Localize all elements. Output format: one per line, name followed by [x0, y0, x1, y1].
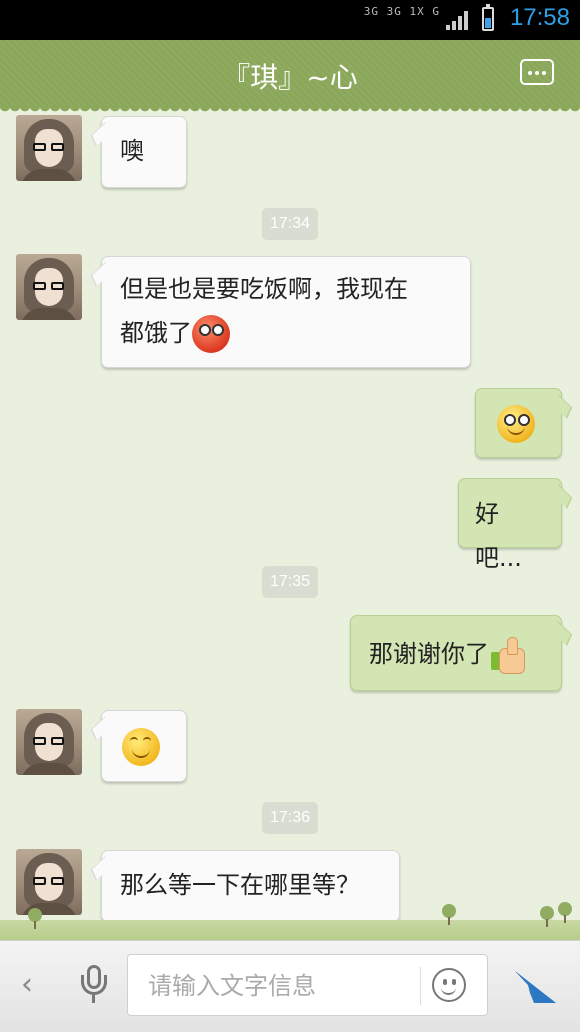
- incoming-message[interactable]: [101, 710, 187, 782]
- send-icon[interactable]: [512, 963, 558, 1007]
- status-time: 17:58: [509, 4, 570, 31]
- incoming-message[interactable]: 但是也是要吃饭啊，我现在 都饿了: [101, 256, 471, 368]
- contact-name: 『琪』~心: [222, 61, 358, 94]
- signal-icon: [446, 10, 468, 30]
- message-text: 噢: [120, 137, 144, 165]
- message-timestamp: 17:34: [261, 208, 319, 240]
- status-bar: 3G 3G 1X G 17:58: [0, 0, 580, 40]
- more-dots-icon[interactable]: [520, 59, 554, 85]
- network-label: G: [432, 5, 440, 18]
- thumbs-up-icon: [489, 636, 527, 674]
- divider: [420, 967, 421, 1005]
- avatar[interactable]: [16, 254, 82, 320]
- message-text: 那谢谢你了: [369, 640, 489, 668]
- network-label: 3G: [386, 5, 402, 18]
- microphone-icon[interactable]: [76, 963, 112, 1007]
- chat-header: 『琪』~心: [0, 40, 580, 112]
- message-input-box[interactable]: [127, 954, 488, 1016]
- blush-emoji-icon: [192, 315, 230, 353]
- tree-decoration: [442, 904, 456, 925]
- message-text: 那么等一下在哪里等？: [120, 871, 360, 899]
- background-scenery: [0, 900, 580, 940]
- emoji-face-icon[interactable]: [432, 968, 466, 1002]
- message-input[interactable]: [146, 967, 410, 1005]
- network-indicator: 3G 3G 1X G: [364, 6, 440, 18]
- tree-decoration: [540, 906, 554, 927]
- message-list[interactable]: 噢 17:34 但是也是要吃饭啊，我现在 都饿了 好吧... 17:35 那谢谢…: [0, 106, 580, 940]
- back-chevron-icon[interactable]: ‹: [12, 967, 42, 1003]
- network-label: 1X: [409, 5, 425, 18]
- message-text: 但是也是要吃饭啊，我现在: [120, 275, 408, 303]
- input-bar: ‹: [0, 940, 580, 1032]
- battery-icon: [482, 4, 494, 31]
- network-label: 3G: [363, 5, 379, 18]
- tree-decoration: [558, 902, 572, 923]
- message-timestamp: 17:35: [261, 566, 319, 598]
- outgoing-message[interactable]: 好吧...: [458, 478, 562, 572]
- message-text: 好吧...: [475, 500, 522, 572]
- incoming-message[interactable]: 噢: [101, 116, 187, 188]
- outgoing-message[interactable]: 那谢谢你了: [350, 615, 562, 691]
- avatar[interactable]: [16, 115, 82, 181]
- outgoing-message[interactable]: [475, 388, 562, 458]
- tree-decoration: [28, 908, 42, 929]
- message-text: 都饿了: [120, 319, 192, 347]
- avatar[interactable]: [16, 709, 82, 775]
- smile-emoji-icon: [122, 728, 160, 766]
- message-timestamp: 17:36: [261, 802, 319, 834]
- angry-emoji-icon: [497, 405, 535, 443]
